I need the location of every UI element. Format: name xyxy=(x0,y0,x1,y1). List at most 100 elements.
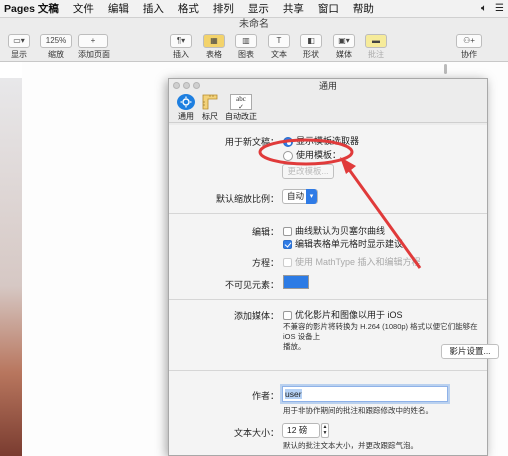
ruler-icon xyxy=(201,94,219,110)
chart-label: 图表 xyxy=(238,50,254,59)
volume-icon[interactable]: 🔈︎ xyxy=(481,3,487,14)
comment-icon: ▬ xyxy=(365,34,387,48)
zoom-button[interactable]: 125% 缩放 xyxy=(40,34,72,60)
view-button[interactable]: ▭▾ 显示 xyxy=(8,34,30,60)
checkbox-mathtype[interactable] xyxy=(283,258,292,268)
text-size-field[interactable]: 12 磅 xyxy=(282,423,320,438)
invisibles-label: 不可见元素： xyxy=(224,280,279,290)
zoom-select[interactable]: 125% xyxy=(40,34,72,48)
author-label: 作者： xyxy=(251,391,279,401)
view-label: 显示 xyxy=(11,50,27,59)
chart-icon: ▥ xyxy=(235,34,257,48)
author-field[interactable]: user xyxy=(282,386,448,402)
zoom-window-button[interactable] xyxy=(193,82,200,89)
text-button[interactable]: T 文本 xyxy=(268,34,290,60)
menu-item-help[interactable]: 帮助 xyxy=(353,1,374,16)
option-show-chooser-label: 显示模板选取器 xyxy=(296,136,360,146)
checkbox-optimize-ios[interactable] xyxy=(283,311,292,321)
tab-autocorrect-label: 自动改正 xyxy=(225,112,257,121)
desktop-background xyxy=(0,78,22,456)
change-template-button[interactable]: 更改模板... xyxy=(282,164,334,179)
add-page-button[interactable]: + 添加页面 xyxy=(78,34,110,60)
default-zoom-label: 默认缩放比例： xyxy=(215,194,279,204)
table-icon: ▦ xyxy=(203,34,225,48)
preferences-content: 用于新文稿： 显示模板选取器 使用模板： 更改模板... 默认缩放比例： 自动 … xyxy=(169,125,499,455)
media-label: 媒体 xyxy=(336,50,352,59)
author-value: user xyxy=(285,389,302,399)
paragraph-icon: ¶▾ xyxy=(170,34,192,48)
default-zoom-value: 自动 xyxy=(287,191,305,201)
menu-item-arrange[interactable]: 排列 xyxy=(213,1,234,16)
equation-label: 方程： xyxy=(251,258,279,268)
preferences-title: 通用 xyxy=(318,81,337,91)
minimize-button[interactable] xyxy=(183,82,190,89)
status-icons: 🔈︎ ☰ xyxy=(481,3,504,14)
tab-rulers[interactable]: 标尺 xyxy=(195,93,225,122)
checkbox-suggestions[interactable] xyxy=(283,240,292,250)
invisibles-color-well[interactable] xyxy=(283,275,309,289)
option-optimize-ios[interactable]: 优化影片和图像以用于 iOS xyxy=(283,308,403,321)
scrollbar[interactable] xyxy=(444,64,447,74)
gear-icon xyxy=(177,94,195,110)
menu-item-format[interactable]: 格式 xyxy=(178,1,199,16)
new-doc-label: 用于新文稿： xyxy=(224,137,279,147)
text-size-stepper[interactable]: ▲ ▼ xyxy=(321,423,329,438)
option-mathtype[interactable]: 使用 MathType 插入和编辑方程 xyxy=(283,255,421,268)
option-use-template[interactable]: 使用模板： xyxy=(283,148,341,161)
menu-list-icon[interactable]: ☰ xyxy=(495,3,504,14)
close-button[interactable] xyxy=(173,82,180,89)
preferences-titlebar: 通用 xyxy=(169,79,487,93)
menu-item-view[interactable]: 显示 xyxy=(248,1,269,16)
collaborate-label: 协作 xyxy=(461,50,477,59)
window-title: 未命名 xyxy=(0,18,508,32)
plus-icon: + xyxy=(78,34,108,48)
preferences-window: 通用 通用 标尺 abc ✓ 自动改正 用于新文稿： 显示模板选取器 使用模板： … xyxy=(168,78,499,456)
radio-use-template[interactable] xyxy=(283,150,293,161)
tab-autocorrect[interactable]: abc ✓ 自动改正 xyxy=(223,93,259,122)
menu-item-file[interactable]: 文件 xyxy=(73,1,94,16)
option-suggestions-label: 编辑表格单元格时显示建议 xyxy=(295,239,404,249)
option-suggestions[interactable]: 编辑表格单元格时显示建议 xyxy=(283,237,403,250)
media-note-line-1: 不兼容的影片将转换为 H.264 (1080p) 格式以便它们能够在 iOS 设… xyxy=(283,322,478,341)
checkbox-bezier[interactable] xyxy=(283,227,292,237)
option-bezier[interactable]: 曲线默认为贝塞尔曲线 xyxy=(283,224,385,237)
radio-show-chooser[interactable] xyxy=(283,136,293,147)
option-bezier-label: 曲线默认为贝塞尔曲线 xyxy=(295,226,386,236)
comment-button[interactable]: ▬ 批注 xyxy=(365,34,387,60)
zoom-label: 缩放 xyxy=(48,50,64,59)
menu-app-name[interactable]: Pages 文稿 xyxy=(4,1,59,16)
shape-icon: ◧ xyxy=(300,34,322,48)
collaborate-icon: ⚇+ xyxy=(456,34,482,48)
default-zoom-select[interactable]: 自动 ▾ xyxy=(282,189,318,204)
add-media-label: 添加媒体： xyxy=(233,311,279,321)
text-icon: T xyxy=(268,34,290,48)
table-label: 表格 xyxy=(206,50,222,59)
menu-item-edit[interactable]: 编辑 xyxy=(108,1,129,16)
divider xyxy=(169,213,487,214)
autocorrect-icon: abc ✓ xyxy=(230,94,252,111)
option-mathtype-label: 使用 MathType 插入和编辑方程 xyxy=(295,257,421,267)
shape-button[interactable]: ◧ 形状 xyxy=(300,34,322,60)
edit-label: 编辑： xyxy=(251,227,279,237)
menu-item-window[interactable]: 窗口 xyxy=(318,1,339,16)
sidebar-icon: ▭▾ xyxy=(8,34,30,48)
insert-button[interactable]: ¶▾ 插入 xyxy=(170,34,192,60)
comment-label: 批注 xyxy=(368,50,384,59)
collaborate-button[interactable]: ⚇+ 协作 xyxy=(456,34,482,60)
option-show-chooser[interactable]: 显示模板选取器 xyxy=(283,134,359,147)
text-size-value: 12 磅 xyxy=(287,425,308,435)
toolbar: ▭▾ 显示 125% 缩放 + 添加页面 ¶▾ 插入 ▦ 表格 ▥ 图表 T 文… xyxy=(0,32,508,62)
menu-item-share[interactable]: 共享 xyxy=(283,1,304,16)
window-controls xyxy=(173,82,200,89)
divider xyxy=(169,299,487,300)
chevron-down-icon: ▾ xyxy=(306,189,317,204)
insert-label: 插入 xyxy=(173,50,189,59)
media-button[interactable]: ▣▾ 媒体 xyxy=(333,34,355,60)
chart-button[interactable]: ▥ 图表 xyxy=(235,34,257,60)
shape-label: 形状 xyxy=(303,50,319,59)
table-button[interactable]: ▦ 表格 xyxy=(203,34,225,60)
movie-settings-button[interactable]: 影片设置... xyxy=(441,344,499,359)
text-size-note: 默认的批注文本大小，并更改跟踪气泡。 xyxy=(283,441,418,450)
author-note: 用于非协作期间的批注和跟踪修改中的姓名。 xyxy=(283,406,433,415)
menu-item-insert[interactable]: 插入 xyxy=(143,1,164,16)
